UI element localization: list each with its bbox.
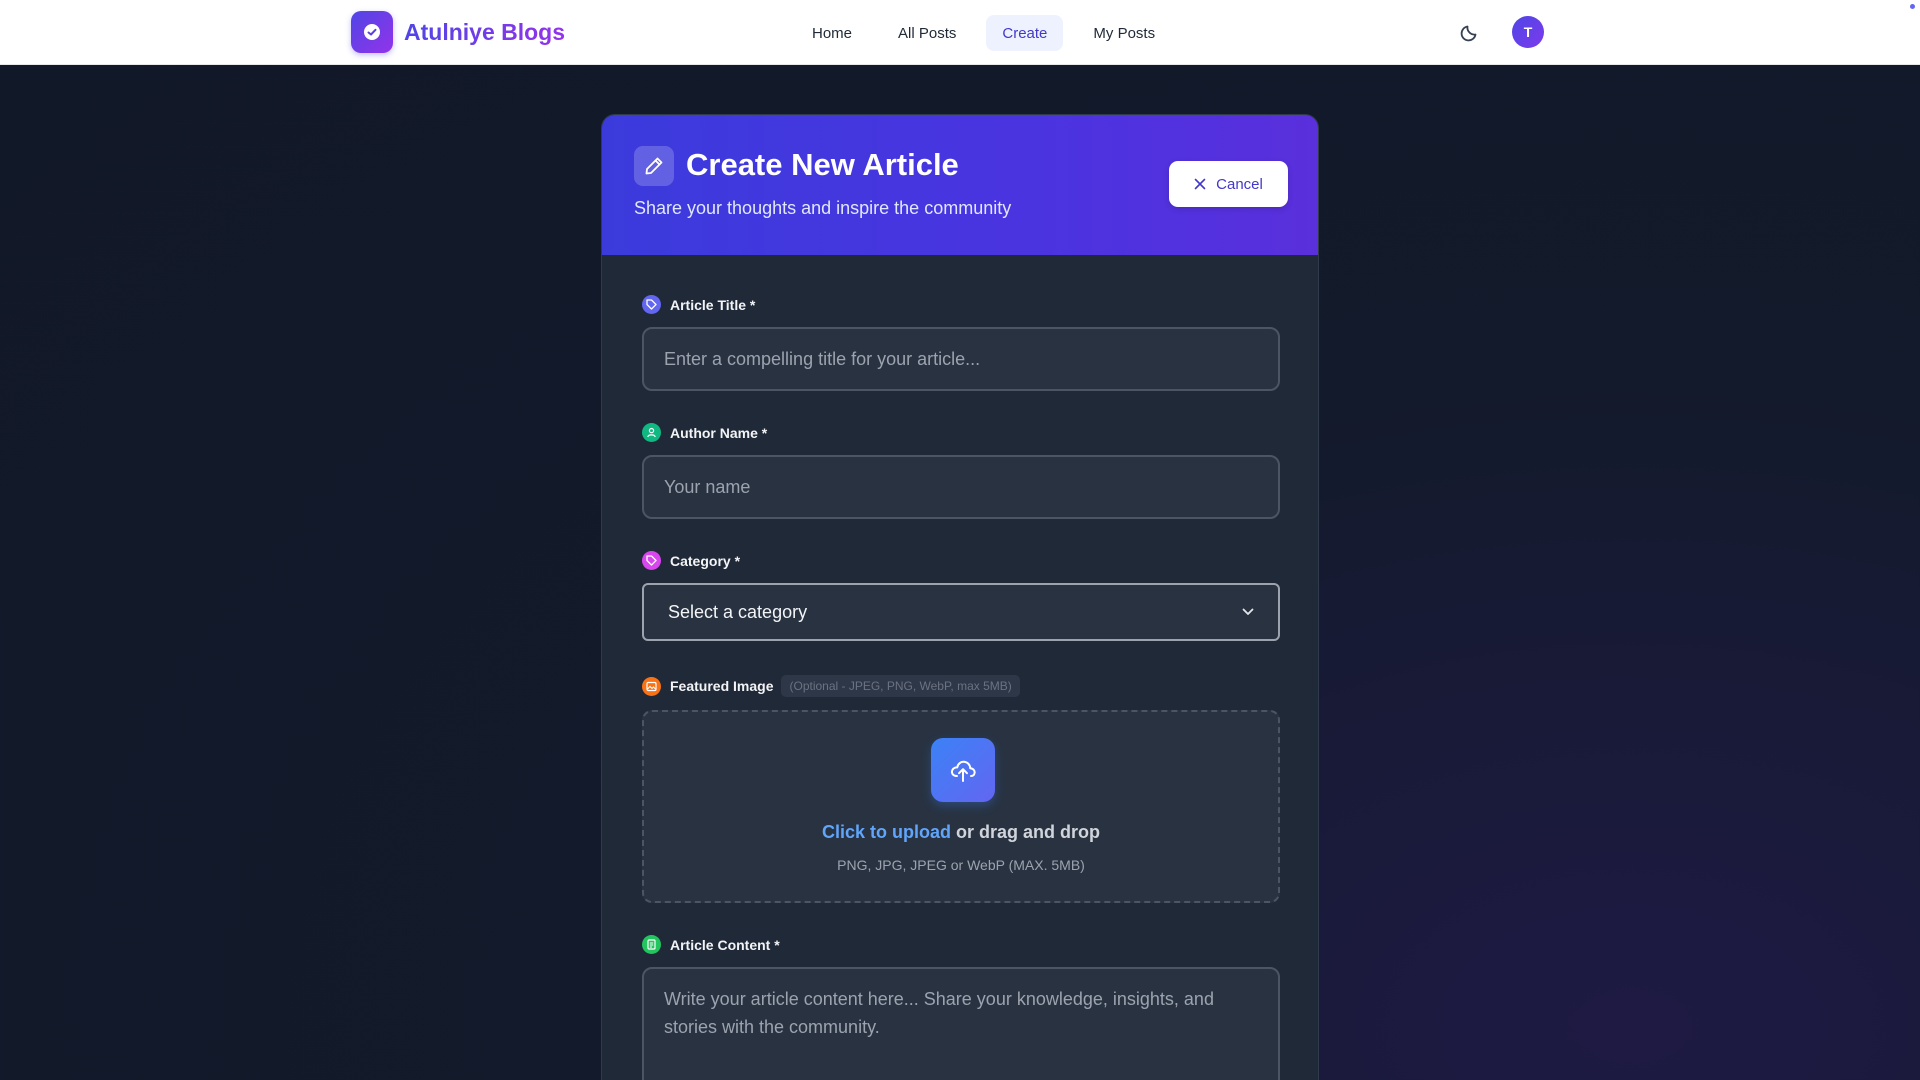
page-subtitle: Share your thoughts and inspire the comm… — [634, 198, 1012, 218]
drag-drop-text: or drag and drop — [951, 822, 1101, 842]
page-title: Create New Article — [686, 147, 959, 182]
nav-my-posts[interactable]: My Posts — [1077, 15, 1171, 51]
upload-instructions: Click to upload or drag and drop — [644, 822, 1278, 843]
author-label-text: Author Name * — [670, 424, 768, 441]
image-dropzone[interactable]: Click to upload or drag and drop PNG, JP… — [642, 710, 1280, 903]
top-navbar: Atulniye Blogs Home All Posts Create My … — [0, 0, 1920, 65]
cancel-label: Cancel — [1216, 175, 1263, 193]
cancel-button[interactable]: Cancel — [1169, 161, 1288, 207]
title-label: Article Title * — [642, 295, 755, 314]
content-label-text: Article Content * — [670, 936, 780, 953]
click-to-upload-link[interactable]: Click to upload — [822, 822, 951, 842]
book-logo-icon — [351, 11, 393, 53]
create-article-card: Create New Article Share your thoughts a… — [601, 114, 1319, 1080]
tag-icon — [642, 551, 661, 570]
image-label-text: Featured Image — [670, 678, 774, 694]
brand-link[interactable]: Atulniye Blogs — [351, 11, 565, 53]
avatar[interactable]: T — [1512, 16, 1544, 48]
image-label: Featured Image (Optional - JPEG, PNG, We… — [642, 675, 1020, 697]
cloud-upload-icon — [931, 738, 995, 802]
author-name-input[interactable] — [642, 455, 1280, 519]
chevron-down-icon — [1242, 608, 1254, 615]
article-title-input[interactable] — [642, 327, 1280, 391]
close-icon — [1194, 178, 1206, 190]
theme-toggle-button[interactable] — [1456, 18, 1484, 46]
image-icon — [642, 676, 661, 696]
moon-icon — [1460, 25, 1477, 42]
nav-create[interactable]: Create — [986, 15, 1064, 51]
article-content-textarea[interactable] — [642, 967, 1280, 1080]
author-label: Author Name * — [642, 423, 767, 442]
nav-all-posts[interactable]: All Posts — [882, 15, 972, 51]
nav-links: Home All Posts Create My Posts — [796, 15, 1171, 51]
status-dot — [1910, 4, 1915, 9]
category-selected-value: Select a category — [668, 601, 808, 622]
pencil-icon — [634, 146, 674, 186]
upload-formats: PNG, JPG, JPEG or WebP (MAX. 5MB) — [837, 857, 1085, 873]
user-icon — [642, 423, 661, 442]
category-label: Category * — [642, 551, 740, 570]
tag-icon — [642, 295, 661, 314]
brand-name: Atulniye Blogs — [404, 18, 566, 45]
category-select[interactable]: Select a category — [642, 583, 1280, 641]
category-label-text: Category * — [670, 552, 741, 569]
title-label-text: Article Title * — [670, 296, 756, 313]
content-label: Article Content * — [642, 935, 780, 954]
nav-home[interactable]: Home — [796, 15, 868, 51]
card-header: Create New Article Share your thoughts a… — [602, 115, 1318, 255]
image-hint-badge: (Optional - JPEG, PNG, WebP, max 5MB) — [781, 675, 1020, 697]
document-icon — [642, 935, 661, 954]
